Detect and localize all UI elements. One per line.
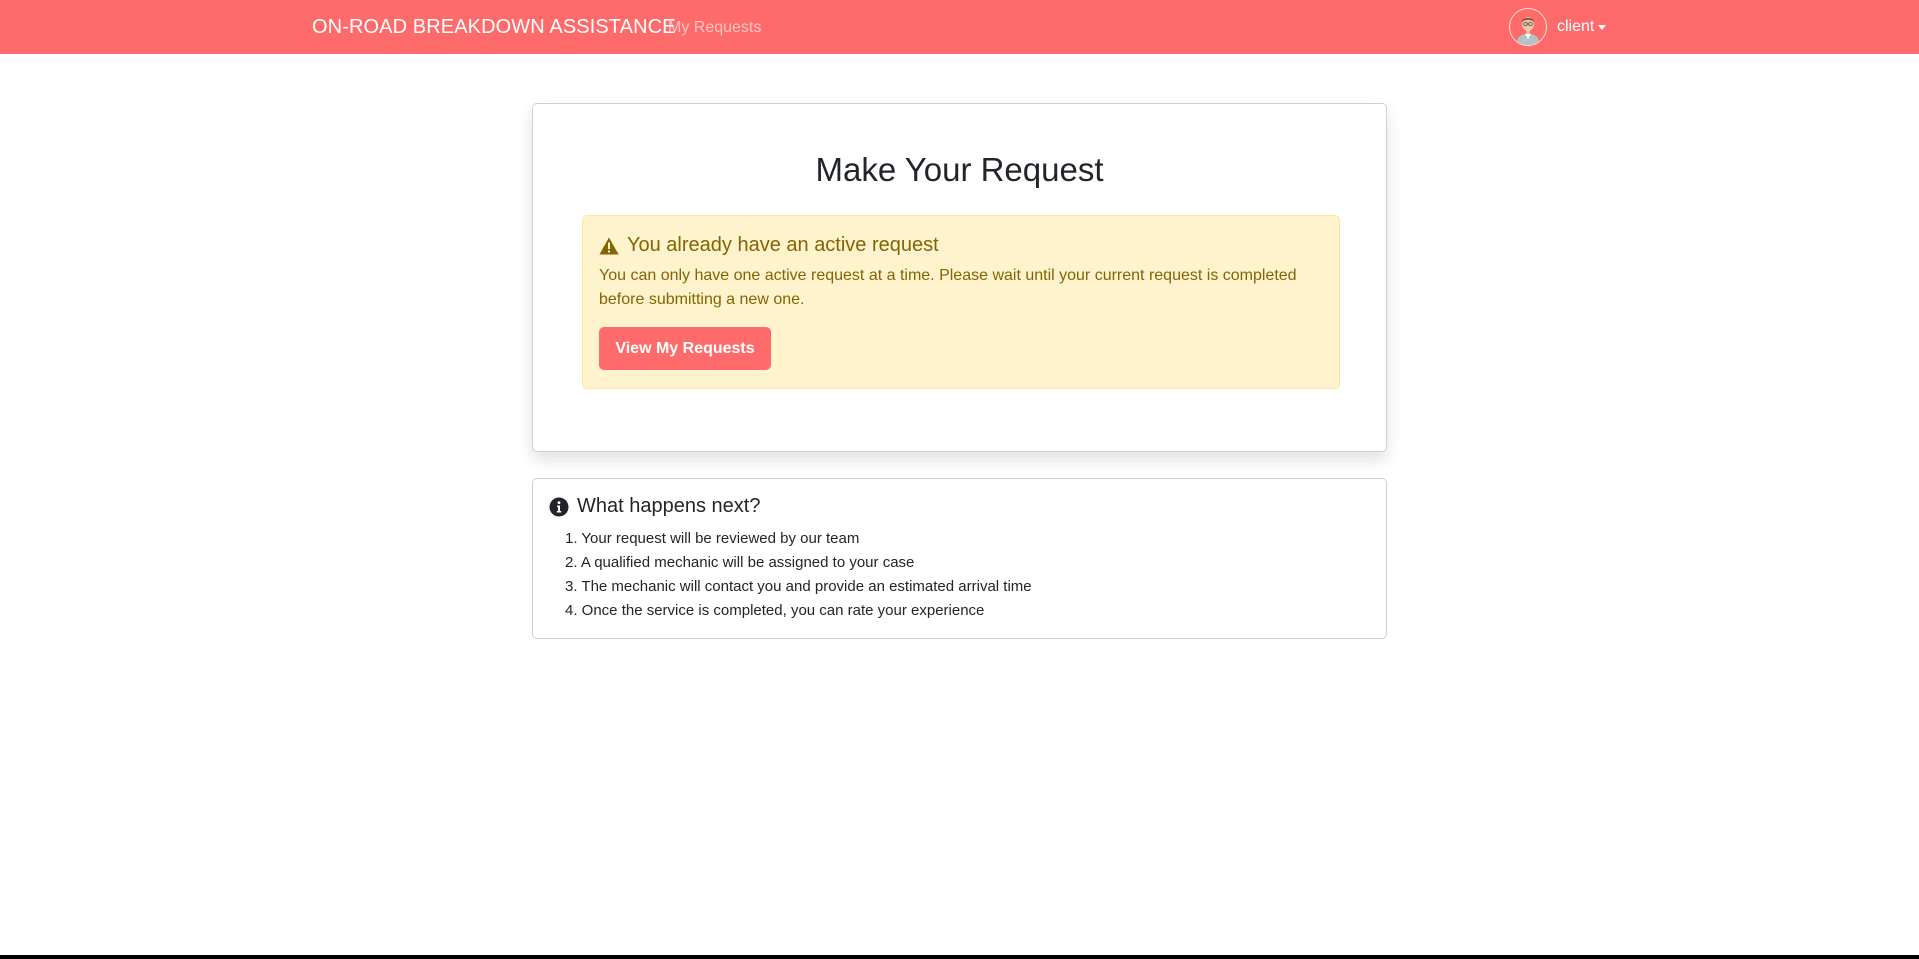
info-card: What happens next? 1. Your request will … <box>532 478 1387 639</box>
warning-triangle-icon <box>599 237 619 254</box>
next-steps-list: 1. Your request will be reviewed by our … <box>565 527 1032 623</box>
brand-link[interactable]: ON-ROAD BREAKDOWN ASSISTANCE <box>312 16 676 39</box>
list-item: 1. Your request will be reviewed by our … <box>565 530 860 547</box>
list-item: 3. The mechanic will contact you and pro… <box>565 578 1032 595</box>
username-label[interactable]: client <box>1557 18 1594 36</box>
user-avatar-icon[interactable] <box>1509 8 1547 46</box>
info-circle-icon <box>549 497 569 516</box>
user-menu-dropdown[interactable]: client <box>1509 6 1607 48</box>
page-title: Make Your Request <box>815 151 1104 188</box>
top-navbar: ON-ROAD BREAKDOWN ASSISTANCE My Requests… <box>0 0 1919 54</box>
window-bottom-edge <box>0 955 1919 959</box>
view-my-requests-button[interactable]: View My Requests <box>599 327 771 370</box>
nav-link-my-requests[interactable]: My Requests <box>668 19 761 37</box>
alert-title: You already have an active request <box>627 234 939 256</box>
list-item: 4. Once the service is completed, you ca… <box>565 602 985 619</box>
alert-message: You can only have one active request at … <box>599 267 1297 308</box>
alert-header: You already have an active request <box>599 234 939 257</box>
active-request-alert: You already have an active request You c… <box>582 215 1340 389</box>
chevron-down-icon[interactable] <box>1598 24 1607 30</box>
request-card: Make Your Request You already have an ac… <box>532 103 1387 452</box>
info-title: What happens next? <box>577 495 761 517</box>
list-item: 2. A qualified mechanic will be assigned… <box>565 554 915 571</box>
info-header: What happens next? <box>549 495 760 518</box>
